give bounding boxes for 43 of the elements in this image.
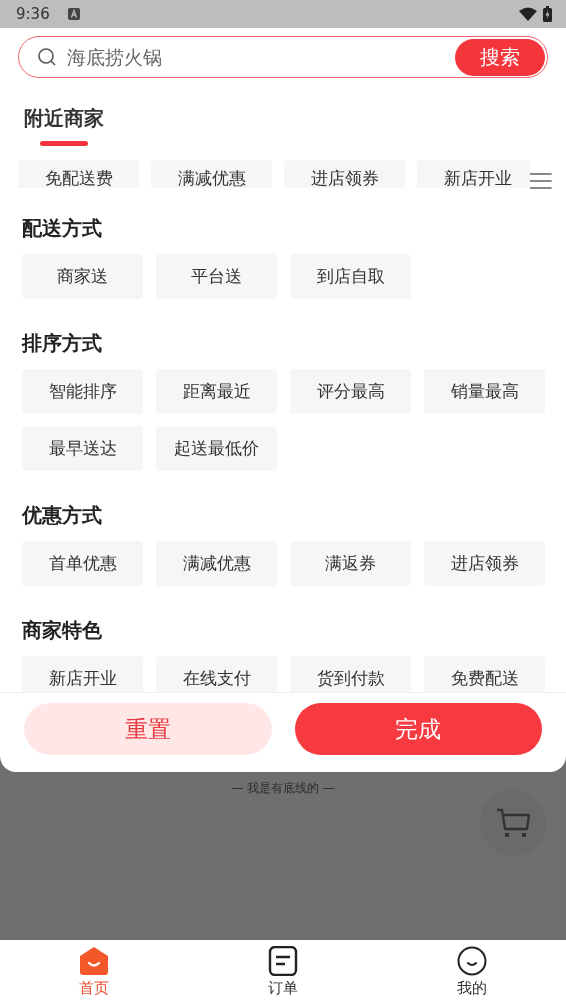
battery-icon	[543, 6, 552, 22]
done-button[interactable]: 完成	[294, 703, 542, 755]
filter-chip[interactable]: 满返券	[290, 541, 411, 586]
filter-chip[interactable]: 智能排序	[22, 369, 143, 414]
filter-chip[interactable]: 销量最高	[424, 369, 545, 414]
nav-tab[interactable]: 首页	[0, 940, 189, 1006]
filter-chip[interactable]: 到店自取	[290, 254, 411, 299]
filter-chip[interactable]: 起送最低价	[156, 426, 277, 471]
filter-chip[interactable]: 最早送达	[22, 426, 143, 471]
order-list-icon	[268, 946, 298, 976]
clock-time: 9:36	[16, 5, 50, 23]
smiley-icon	[456, 946, 487, 976]
search-icon	[37, 47, 57, 67]
section-title: 排序方式	[22, 330, 103, 356]
end-of-list-note: — 我是有底线的 —	[230, 780, 336, 797]
nav-tab[interactable]: 我的	[377, 940, 566, 1006]
filter-chip[interactable]: 满减优惠	[156, 541, 277, 586]
search-button[interactable]: 搜索	[455, 38, 545, 76]
filter-chip[interactable]: 免配送费	[18, 160, 139, 188]
filter-chip[interactable]: 新店开业	[417, 160, 531, 188]
filter-chip[interactable]: 距离最近	[156, 369, 277, 414]
filter-chip[interactable]: 在线支付	[156, 656, 277, 692]
section-title: 商家特色	[22, 617, 103, 643]
reset-button[interactable]: 重置	[24, 703, 272, 755]
tab[interactable]: 附近商家	[24, 104, 104, 146]
filter-chip[interactable]: 进店领券	[284, 160, 405, 188]
filter-chip[interactable]: 商家送	[22, 254, 143, 299]
cart-icon	[496, 807, 530, 839]
filter-chip[interactable]: 新店开业	[22, 656, 143, 692]
nav-tab[interactable]: 订单	[188, 940, 378, 1006]
filter-chip[interactable]: 首单优惠	[22, 541, 143, 586]
keyboard-icon	[67, 8, 80, 20]
filter-chip[interactable]: 免费配送	[424, 656, 545, 692]
filter-chip[interactable]: 满减优惠	[151, 160, 272, 188]
filter-chip[interactable]: 货到付款	[290, 656, 411, 692]
filter-chip[interactable]: 平台送	[156, 254, 277, 299]
filter-chip[interactable]: 评分最高	[290, 369, 411, 414]
section-title: 配送方式	[22, 215, 103, 241]
wifi-icon	[519, 7, 537, 21]
home-icon	[79, 946, 110, 976]
filter-chip[interactable]: 进店领券	[424, 541, 545, 586]
menu-icon[interactable]	[530, 172, 552, 190]
section-title: 优惠方式	[22, 502, 103, 528]
